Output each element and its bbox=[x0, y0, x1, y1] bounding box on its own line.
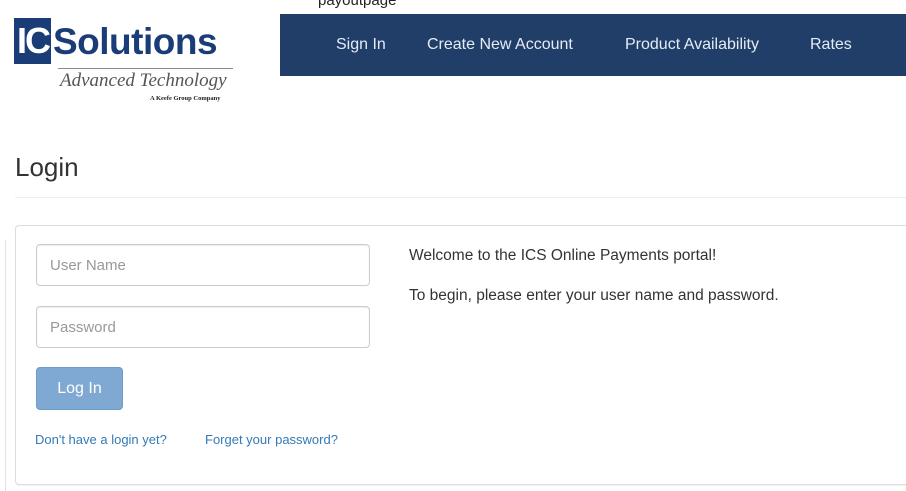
logo-company: A Keefe Group Company bbox=[150, 95, 221, 102]
nav-product-availability[interactable]: Product Availability bbox=[625, 14, 759, 76]
forgot-password-link[interactable]: Forget your password? bbox=[205, 432, 338, 447]
logo-tagline: Advanced Technology bbox=[60, 70, 227, 91]
login-button[interactable]: Log In bbox=[36, 367, 123, 410]
password-input[interactable] bbox=[36, 306, 370, 348]
instructions-text: To begin, please enter your user name an… bbox=[409, 287, 779, 304]
nav-sign-in[interactable]: Sign In bbox=[336, 14, 386, 76]
no-login-link[interactable]: Don't have a login yet? bbox=[35, 432, 167, 447]
ics-logo[interactable]: IC Solutions Advanced Technology A Keefe… bbox=[14, 18, 236, 106]
logo-divider bbox=[58, 68, 233, 69]
nav-create-account[interactable]: Create New Account bbox=[427, 14, 573, 76]
username-input[interactable] bbox=[36, 244, 370, 286]
left-divider bbox=[5, 240, 6, 491]
logo-wordmark: IC Solutions bbox=[14, 18, 236, 64]
logo-solutions: Solutions bbox=[53, 21, 218, 62]
top-cut-text: payoutpage bbox=[318, 0, 397, 9]
page-title: Login bbox=[15, 152, 79, 182]
login-panel: Log In Don't have a login yet? Forget yo… bbox=[15, 225, 906, 485]
title-divider bbox=[15, 197, 906, 198]
page: payoutpage IC Solutions Advanced Technol… bbox=[0, 0, 906, 491]
logo-ic: IC bbox=[14, 18, 51, 64]
top-navbar: Sign In Create New Account Product Avail… bbox=[280, 14, 906, 76]
nav-rates[interactable]: Rates bbox=[810, 14, 852, 76]
welcome-text: Welcome to the ICS Online Payments porta… bbox=[409, 247, 717, 264]
